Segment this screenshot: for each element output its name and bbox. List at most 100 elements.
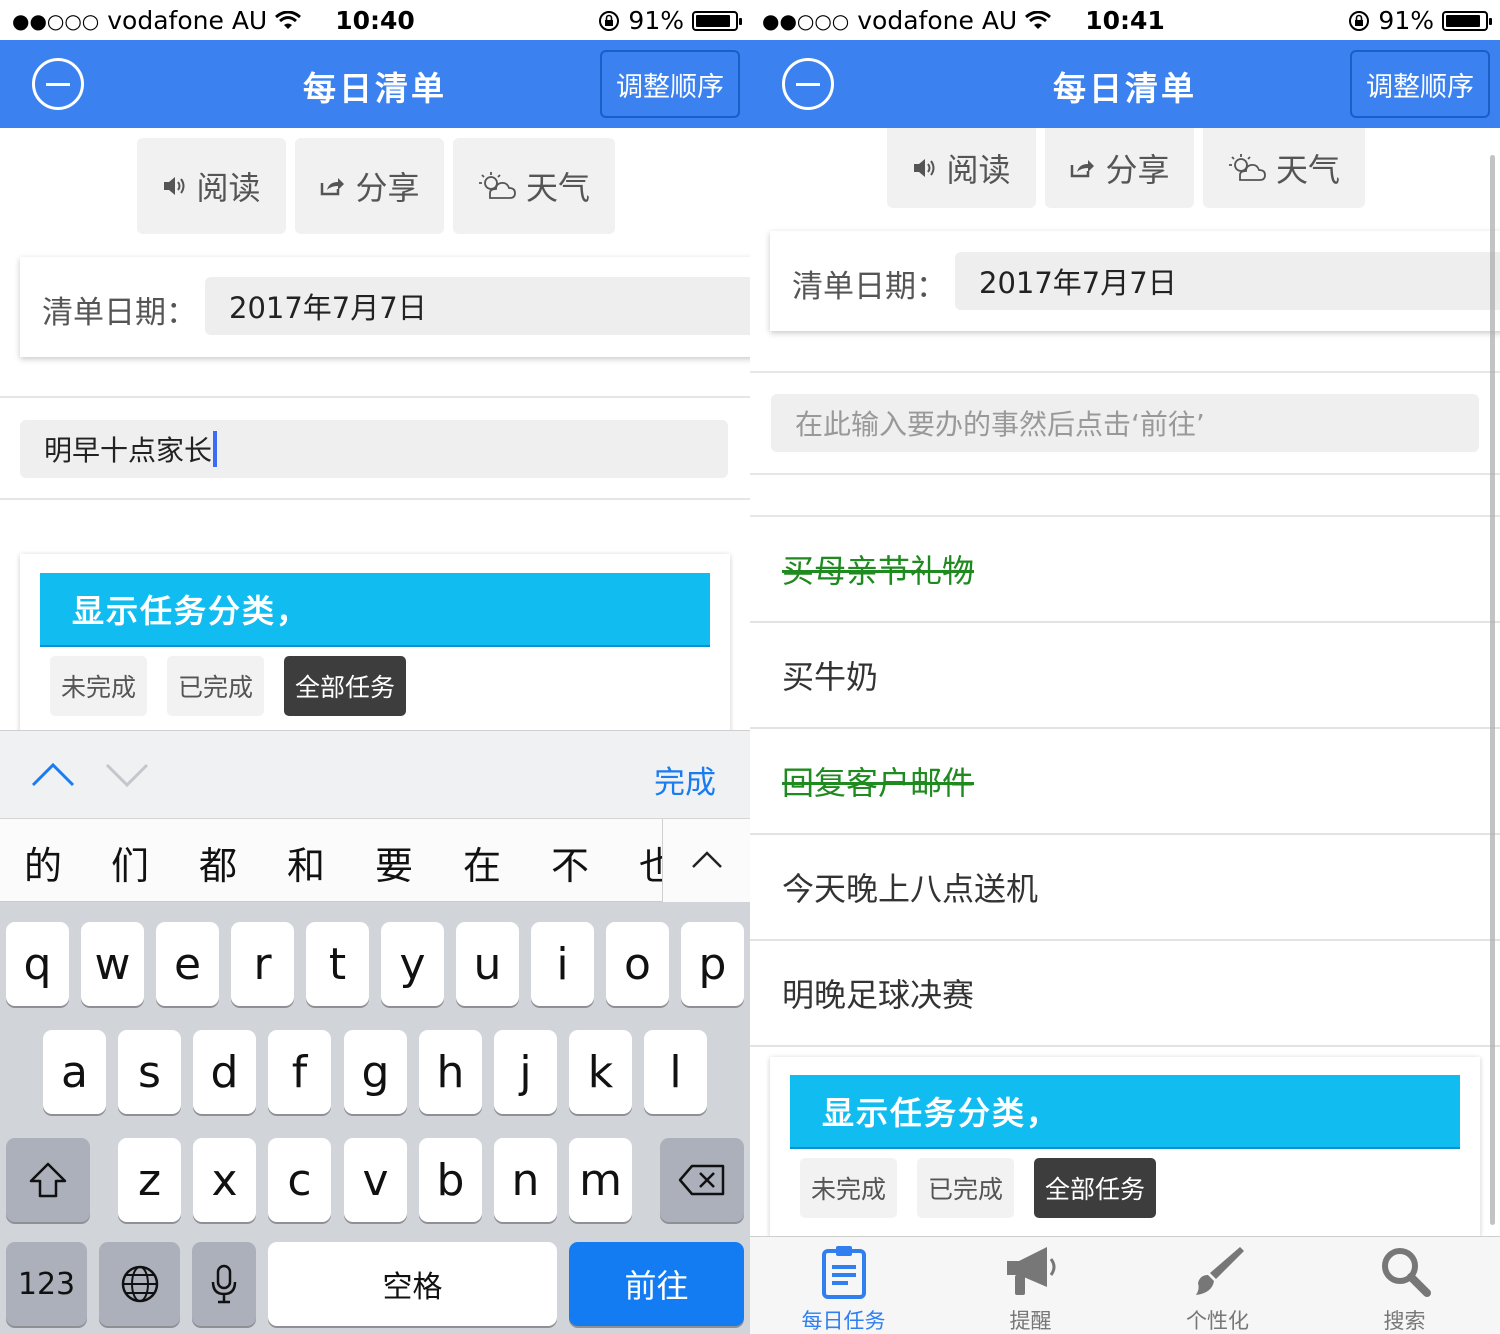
date-field[interactable]: 2017年7月7日 (955, 252, 1500, 310)
action-buttons: 阅读 分享 天气 (887, 128, 1365, 208)
candidate-word[interactable]: 要 (375, 835, 413, 890)
date-label: 清单日期： (792, 269, 947, 305)
weather-button[interactable]: 天气 (453, 138, 615, 234)
candidate-word[interactable]: 都 (199, 835, 237, 890)
key-e[interactable]: e (156, 922, 219, 1006)
read-button[interactable]: 阅读 (887, 128, 1036, 208)
candidate-word[interactable]: 不 (551, 835, 589, 890)
filter-all-button[interactable]: 全部任务 (284, 656, 407, 716)
key-g[interactable]: g (344, 1030, 407, 1114)
tab-label: 个性化 (1186, 1309, 1249, 1333)
date-value: 2017年7月7日 (979, 266, 1177, 300)
filter-completed-button[interactable]: 已完成 (167, 656, 265, 716)
candidate-word[interactable]: 们 (111, 835, 149, 890)
filter-all-button[interactable]: 全部任务 (1034, 1158, 1157, 1218)
candidate-bar: 的 们 都 和 要 在 不 也 (0, 818, 750, 903)
category-card: 显示任务分类， 未完成 已完成 全部任务 (770, 1057, 1480, 1237)
key-p[interactable]: p (681, 922, 744, 1006)
key-n[interactable]: n (494, 1138, 557, 1222)
search-icon (1382, 1248, 1431, 1297)
task-item[interactable]: 买牛奶 (750, 623, 1500, 729)
task-item[interactable]: 明晚足球决赛 (750, 941, 1500, 1047)
candidate-word[interactable]: 和 (287, 835, 325, 890)
filter-incomplete-button[interactable]: 未完成 (800, 1158, 898, 1218)
key-w[interactable]: w (81, 922, 144, 1006)
key-s[interactable]: s (118, 1030, 181, 1114)
key-t[interactable]: t (306, 922, 369, 1006)
reorder-button[interactable]: 调整顺序 (600, 50, 740, 118)
share-button[interactable]: 分享 (1045, 128, 1194, 208)
todo-input-value: 明早十点家长 (44, 434, 213, 467)
key-l[interactable]: l (644, 1030, 707, 1114)
shift-icon (29, 1162, 67, 1198)
battery-percent: 91% (628, 6, 684, 35)
key-r[interactable]: r (231, 922, 294, 1006)
date-field[interactable]: 2017年7月7日 (205, 277, 750, 335)
key-f[interactable]: f (268, 1030, 331, 1114)
todo-input[interactable]: 在此输入要办的事然后点击‘前往’ (771, 394, 1479, 452)
scrollbar[interactable] (1490, 155, 1495, 1225)
globe-key[interactable] (99, 1242, 180, 1326)
task-item[interactable]: 买母亲节礼物 (750, 517, 1500, 623)
shift-key[interactable] (6, 1138, 90, 1222)
chevron-down-icon[interactable] (105, 753, 149, 797)
key-v[interactable]: v (344, 1138, 407, 1222)
key-y[interactable]: y (381, 922, 444, 1006)
key-o[interactable]: o (606, 922, 669, 1006)
backspace-icon (678, 1164, 725, 1196)
key-q[interactable]: q (6, 922, 69, 1006)
candidate-word[interactable]: 也 (639, 835, 662, 890)
tab-daily-tasks[interactable]: 每日任务 (750, 1237, 937, 1334)
reorder-button[interactable]: 调整顺序 (1350, 50, 1490, 118)
read-label: 阅读 (946, 151, 1011, 189)
tab-reminders[interactable]: 提醒 (937, 1237, 1124, 1334)
candidate-word[interactable]: 的 (24, 835, 62, 890)
key-a[interactable]: a (43, 1030, 106, 1114)
key-x[interactable]: x (193, 1138, 256, 1222)
tab-personalize[interactable]: 个性化 (1124, 1237, 1311, 1334)
chevron-up-icon (692, 851, 722, 868)
chevron-up-icon[interactable] (31, 753, 75, 797)
read-button[interactable]: 阅读 (137, 138, 286, 234)
key-k[interactable]: k (569, 1030, 632, 1114)
weather-button[interactable]: 天气 (1203, 128, 1365, 208)
tab-search[interactable]: 搜索 (1311, 1237, 1498, 1334)
divider (750, 473, 1500, 475)
tab-bar: 每日任务 提醒 个性化 搜索 (750, 1236, 1500, 1334)
key-b[interactable]: b (419, 1138, 482, 1222)
space-key[interactable]: 空格 (268, 1242, 557, 1326)
backspace-key[interactable] (660, 1138, 744, 1222)
todo-input[interactable]: 明早十点家长 (20, 420, 728, 478)
numbers-key[interactable]: 123 (6, 1242, 87, 1326)
rotation-lock-icon (599, 10, 620, 31)
key-j[interactable]: j (494, 1030, 557, 1114)
share-label: 分享 (1105, 151, 1170, 189)
key-z[interactable]: z (118, 1138, 181, 1222)
weather-label: 天气 (1275, 151, 1340, 189)
battery-percent: 91% (1378, 6, 1434, 35)
expand-candidates-button[interactable] (662, 819, 750, 903)
microphone-icon (211, 1264, 237, 1304)
speaker-icon (914, 159, 935, 177)
microphone-key[interactable] (192, 1242, 256, 1326)
task-item[interactable]: 回复客户邮件 (750, 729, 1500, 835)
divider (0, 498, 750, 500)
candidate-word[interactable]: 在 (463, 835, 501, 890)
share-button[interactable]: 分享 (295, 138, 444, 234)
key-u[interactable]: u (456, 922, 519, 1006)
task-item[interactable]: 今天晚上八点送机 (750, 835, 1500, 941)
date-value: 2017年7月7日 (229, 291, 427, 325)
key-m[interactable]: m (569, 1138, 632, 1222)
done-button[interactable]: 完成 (654, 757, 716, 802)
key-i[interactable]: i (531, 922, 594, 1006)
battery-icon (1442, 10, 1492, 31)
clipboard-icon (822, 1246, 866, 1299)
key-d[interactable]: d (193, 1030, 256, 1114)
category-header: 显示任务分类， (790, 1075, 1460, 1149)
go-key[interactable]: 前往 (569, 1242, 744, 1326)
filter-incomplete-button[interactable]: 未完成 (50, 656, 148, 716)
key-c[interactable]: c (268, 1138, 331, 1222)
key-h[interactable]: h (419, 1030, 482, 1114)
date-card: 清单日期： 2017年7月7日 (20, 257, 750, 357)
filter-completed-button[interactable]: 已完成 (917, 1158, 1015, 1218)
